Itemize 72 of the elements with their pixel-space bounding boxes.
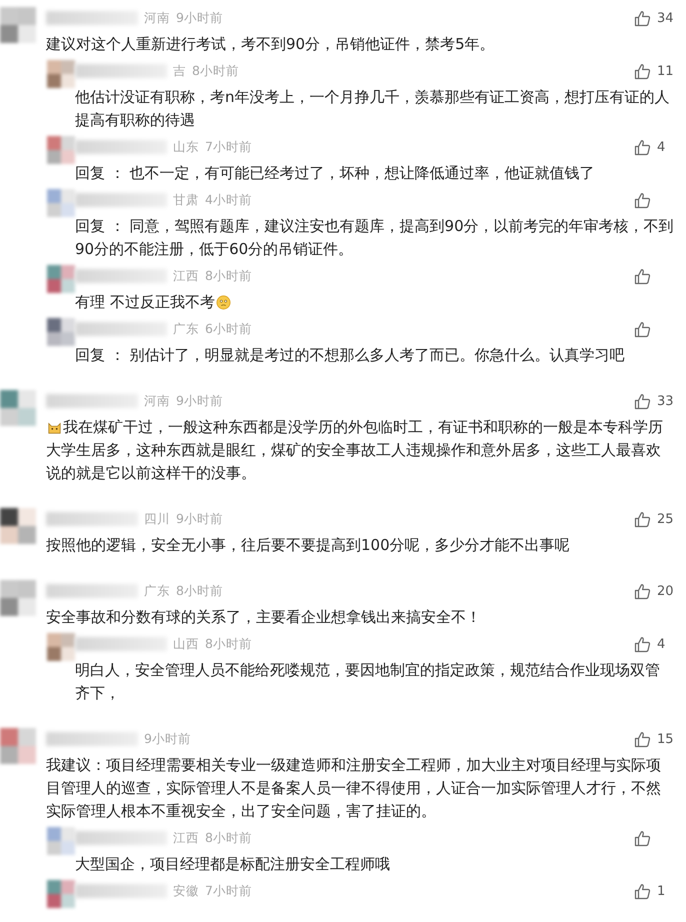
user-region: 江西	[173, 830, 199, 846]
user-region: 广东	[144, 582, 170, 600]
avatar	[47, 880, 75, 908]
avatar	[47, 827, 75, 855]
comment-text: 回复 ： 别估计了，明显就是考过的不想那么多人考了而已。你急什么。认真学习吧	[75, 346, 625, 364]
comment-text: 安全事故和分数有球的关系了，主要看企业想拿钱出来搞安全不！	[46, 608, 481, 626]
user-region: 四川	[144, 510, 170, 528]
avatar	[47, 318, 75, 346]
comment-text: 大型国企，项目经理都是标配注册安全工程师哦	[75, 855, 390, 873]
comment-time: 8小时前	[192, 62, 239, 80]
thumbs-up-icon[interactable]	[634, 268, 651, 284]
user-region: 山西	[173, 636, 199, 652]
avatar	[0, 390, 36, 426]
thumbs-up-icon[interactable]	[634, 192, 651, 208]
like-count: 11	[657, 64, 674, 78]
comment-text: 回复 ： 也不一定，有可能已经考过了，坏种，想让降低通过率，他证就值钱了	[75, 164, 595, 182]
avatar	[0, 508, 36, 544]
comment-time: 6小时前	[205, 320, 252, 338]
user-region: 山东	[173, 138, 199, 156]
thumbs-up-icon[interactable]	[634, 320, 651, 338]
avatar	[47, 189, 75, 217]
comment-time: 9小时前	[176, 392, 223, 410]
comment-time: 9小时前	[144, 730, 191, 748]
thumbs-up-icon[interactable]	[634, 138, 651, 156]
like-count: 34	[657, 10, 674, 26]
user-region: 安徽	[173, 882, 199, 900]
thumbs-up-icon[interactable]	[634, 582, 651, 600]
like-count: 33	[657, 394, 674, 408]
user-region: 吉	[173, 62, 186, 80]
comment-time: 9小时前	[176, 10, 223, 26]
like-count: 15	[657, 732, 674, 746]
comment-text: 有理 不过反正我不考	[75, 293, 215, 311]
comment-time: 8小时前	[205, 636, 252, 652]
like-count: 25	[657, 512, 674, 526]
like-count: 1	[657, 884, 666, 898]
like-count: 4	[657, 636, 666, 652]
comment-text: 明白人，安全管理人员不能给死喽规范，要因地制宜的指定政策，规范结合作业现场双管齐下，	[75, 661, 660, 702]
comment-time: 4小时前	[205, 192, 252, 208]
avatar	[47, 60, 75, 88]
thumbs-up-icon[interactable]	[634, 392, 651, 410]
avatar	[47, 633, 75, 661]
avatar	[0, 7, 36, 43]
comment-text: 他估计没证有职称，考n年没考上，一个月挣几千，羡慕那些有证工资高，想打压有证的人提高有职称的待遇	[75, 88, 670, 129]
thumbs-up-icon[interactable]	[634, 882, 651, 900]
avatar	[0, 580, 36, 616]
comment-time: 7小时前	[205, 138, 252, 156]
like-count: 20	[657, 584, 674, 598]
thumbs-up-icon[interactable]	[634, 730, 651, 748]
comment-text: 我建议：项目经理需要相关专业一级建造师和注册安全工程师，加大业主对项目经理与实际项目管理人的巡查，实际管理人不是备案人员一律不得使用，人证合一加实际管理人才行，不然实际管理人根本不重视安全，出了安全问题，害了挂证的。	[46, 756, 661, 820]
thumbs-up-icon[interactable]	[634, 636, 651, 652]
like-count: 4	[657, 140, 666, 154]
user-region: 江西	[173, 268, 199, 284]
comment-time: 7小时前	[205, 882, 252, 900]
user-region: 广东	[173, 320, 199, 338]
thumbs-up-icon[interactable]	[634, 830, 651, 846]
comment-time: 8小时前	[176, 582, 223, 600]
comment-text: 我在煤矿干过，一般这种东西都是没学历的外包临时工，有证书和职称的一般是本专科学历大学生居多，这种东西就是眼红，煤矿的安全事故工人违规操作和意外居多，这些工人最喜欢说的就是它以前这样干的没事。	[46, 418, 663, 482]
comment-text: 建议对这个人重新进行考试，考不到90分，吊销他证件，禁考5年。	[46, 35, 495, 53]
avatar	[47, 136, 75, 164]
thumbs-up-icon[interactable]	[634, 10, 651, 26]
avatar	[0, 728, 36, 764]
comment-time: 9小时前	[176, 510, 223, 528]
avatar	[47, 265, 75, 293]
thumbs-up-icon[interactable]	[634, 62, 651, 80]
thumbs-up-icon[interactable]	[634, 510, 651, 528]
user-region: 甘肃	[173, 192, 199, 208]
user-region: 河南	[144, 392, 170, 410]
comment-time: 8小时前	[205, 268, 252, 284]
comment-time: 8小时前	[205, 830, 252, 846]
comment-text: 按照他的逻辑，安全无小事，往后要不要提高到100分呢，多少分才能不出事呢	[46, 536, 570, 554]
user-region: 河南	[144, 10, 170, 26]
comment-text: 回复 ： 同意，驾照有题库，建议注安也有题库，提高到90分，以前考完的年审考核，不到90分的不能注册，低于60分的吊销证件。	[75, 217, 674, 258]
